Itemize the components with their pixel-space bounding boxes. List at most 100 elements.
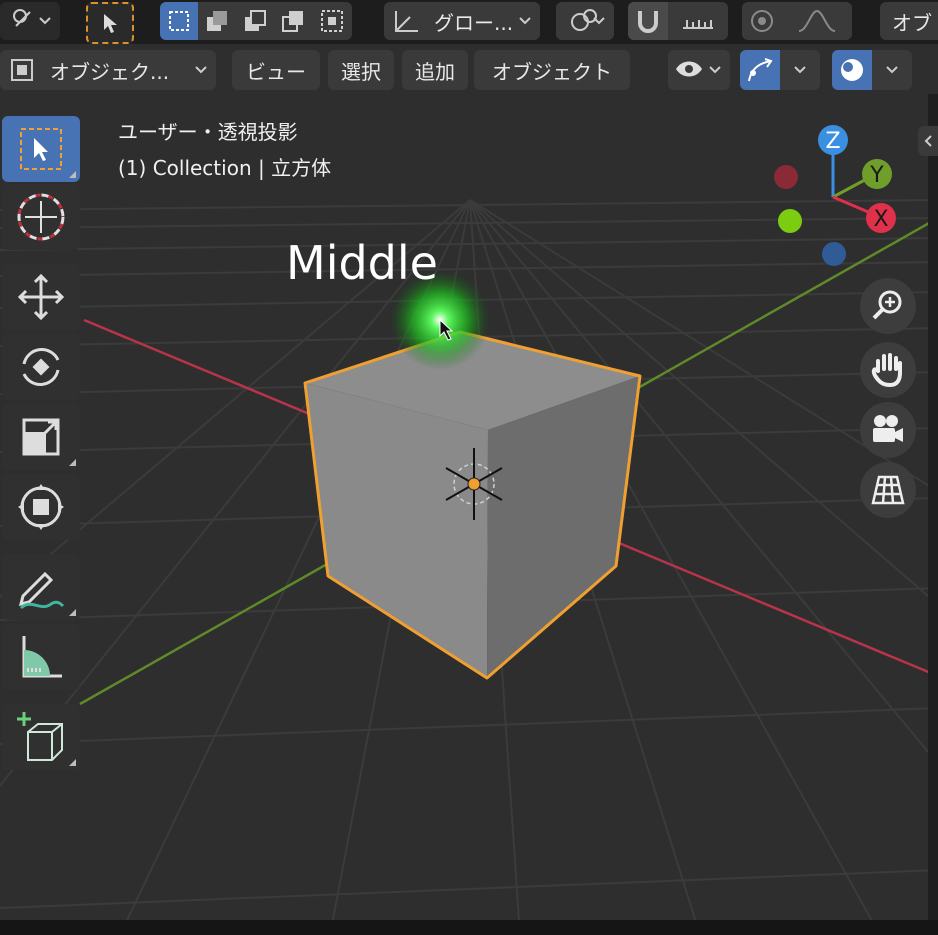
set-new-selection-button[interactable] — [160, 2, 198, 40]
orientation-icon — [395, 11, 418, 32]
menu-add[interactable]: 追加 — [402, 50, 468, 90]
chevron-left-icon — [924, 135, 932, 147]
menu-add-label: 追加 — [415, 59, 455, 84]
view-name: ユーザー・透視投影 — [118, 120, 298, 144]
z-axis-label: Z — [825, 129, 840, 154]
tool-transform[interactable] — [2, 474, 80, 540]
neg-z-axis-dot[interactable] — [822, 242, 846, 266]
arrow-cursor-icon — [104, 14, 117, 33]
chevron-down-icon — [886, 66, 898, 74]
mode-dropdown[interactable]: オブジェク... — [0, 50, 216, 90]
overlay-toggle[interactable] — [832, 50, 872, 90]
rotate-icon — [22, 348, 60, 386]
menu-object-label: オブジェクト — [492, 59, 612, 84]
menu-select-label: 選択 — [341, 59, 381, 84]
extend-selection-button[interactable] — [198, 2, 236, 40]
pivot-point-dropdown[interactable] — [556, 2, 614, 40]
measure-icon — [22, 636, 62, 678]
invert-selection-button[interactable] — [274, 2, 312, 40]
y-axis-label: Y — [869, 163, 884, 188]
tool-header: グロー... オブ — [0, 0, 938, 44]
gizmo-dropdown[interactable] — [780, 50, 820, 90]
move-icon — [17, 273, 65, 321]
cursor-caption: Middle — [286, 236, 438, 290]
tool-measure[interactable] — [2, 624, 80, 690]
overlay-group — [832, 50, 912, 90]
menu-select[interactable]: 選択 — [328, 50, 394, 90]
magnet-icon — [638, 11, 658, 33]
falloff-curve-icon — [798, 9, 836, 32]
zoom-button[interactable] — [860, 278, 916, 334]
tool-more-indicator — [69, 459, 76, 466]
zoom-icon — [872, 290, 902, 320]
camera-icon — [873, 415, 903, 442]
visibility-dropdown[interactable] — [668, 50, 730, 90]
gizmo-group — [740, 50, 820, 90]
menu-view[interactable]: ビュー — [232, 50, 320, 90]
hand-pan-icon — [871, 353, 902, 388]
eye-icon — [676, 61, 702, 77]
cursor-icon — [17, 193, 65, 241]
subtract-selection-button[interactable] — [236, 2, 274, 40]
perspective-toggle-button[interactable] — [860, 462, 916, 518]
select-new-icon — [169, 11, 189, 31]
options-dropdown[interactable]: オブ — [880, 2, 938, 40]
tool-more-indicator — [69, 171, 76, 178]
editor-type-button[interactable] — [0, 2, 60, 40]
sidebar-toggle[interactable] — [918, 126, 938, 156]
menu-view-label: ビュー — [246, 59, 306, 84]
increment-snap-icon — [683, 20, 713, 29]
tool-annotate[interactable] — [2, 554, 80, 620]
chevron-down-icon — [519, 17, 531, 25]
camera-view-button[interactable] — [860, 402, 916, 458]
tool-more-indicator — [69, 609, 76, 616]
tool-cursor[interactable] — [2, 184, 80, 250]
proportional-editing-toggle[interactable] — [742, 2, 782, 40]
neg-x-axis-dot[interactable] — [774, 165, 798, 189]
tool-move[interactable] — [2, 264, 80, 330]
chevron-down-icon — [195, 66, 207, 74]
snap-toggle[interactable] — [628, 2, 668, 40]
annotate-icon — [18, 571, 65, 610]
transform-orientation-label: グロー... — [434, 10, 514, 35]
object-mode-icon — [11, 59, 33, 81]
tool-scale[interactable] — [2, 404, 80, 470]
tool-select-box[interactable] — [2, 116, 80, 182]
select-subtract-icon — [245, 10, 266, 31]
intersect-selection-button[interactable] — [312, 2, 352, 40]
proportional-icon — [751, 10, 773, 32]
transform-orientation-dropdown[interactable]: グロー... — [384, 2, 540, 40]
overlay-dropdown[interactable] — [872, 50, 912, 90]
select-invert-icon — [282, 11, 303, 32]
active-tool-button[interactable] — [86, 2, 134, 44]
tool-more-indicator — [69, 759, 76, 766]
transform-icon — [18, 484, 64, 530]
x-axis-label: X — [873, 207, 888, 232]
proportional-editing-group — [742, 2, 852, 40]
editor-type-icon — [13, 9, 51, 27]
gizmo-toggle[interactable] — [740, 50, 780, 90]
selection-mode-group — [160, 2, 352, 40]
falloff-dropdown[interactable] — [782, 2, 852, 40]
tool-rotate[interactable] — [2, 334, 80, 400]
sidebar-edge[interactable] — [928, 94, 938, 920]
options-label: オブ — [892, 10, 932, 35]
overlay-icon — [841, 59, 863, 81]
menu-object[interactable]: オブジェクト — [474, 50, 630, 90]
chevron-down-icon — [709, 66, 721, 74]
mode-label: オブジェク... — [50, 59, 170, 84]
collection-info: (1) Collection | 立方体 — [118, 156, 332, 180]
tool-add-cube[interactable] — [2, 704, 80, 770]
add-cube-icon — [17, 712, 63, 761]
viewport-bottom-edge — [0, 920, 938, 935]
snapping-group — [628, 2, 728, 40]
select-extend-icon — [207, 11, 227, 31]
scale-icon — [22, 418, 60, 456]
pan-button[interactable] — [860, 342, 916, 398]
select-intersect-icon — [321, 10, 343, 32]
select-box-icon — [20, 128, 62, 170]
navigation-gizmo[interactable]: Z Y X — [768, 122, 918, 272]
chevron-down-icon — [593, 17, 605, 25]
snap-target-dropdown[interactable] — [668, 2, 728, 40]
neg-y-axis-dot[interactable] — [778, 209, 802, 233]
